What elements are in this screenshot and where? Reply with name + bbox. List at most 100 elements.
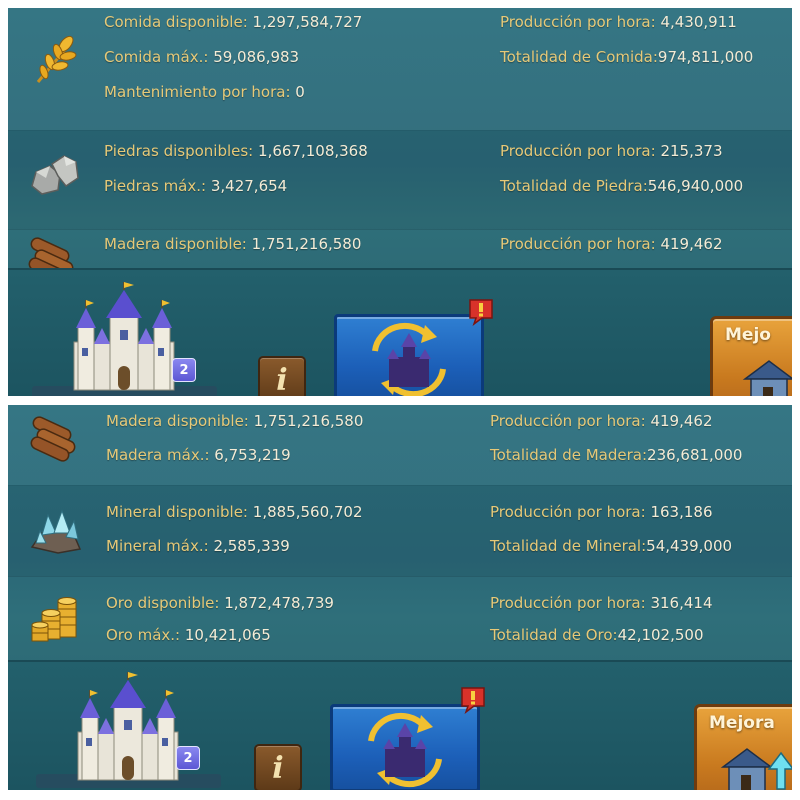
info-button[interactable]: i <box>254 744 302 790</box>
alert-icon <box>469 299 493 326</box>
stone-production-stat: Producción por hora: 215,373 <box>500 142 722 160</box>
stat-value: 974,811,000 <box>657 48 754 66</box>
stat-value: 236,681,000 <box>647 446 743 464</box>
stat-label: Mineral disponible: <box>106 503 248 521</box>
stat-value: 316,414 <box>650 594 713 612</box>
stat-label: Madera disponible: <box>104 235 247 253</box>
stat-value: 419,462 <box>660 235 723 253</box>
castle-exchange-icon <box>372 322 446 396</box>
stat-label: Producción por hora: <box>490 412 646 430</box>
resource-list: Comida disponible: 1,297,584,727 Producc… <box>8 8 792 283</box>
wood-max-stat: Madera máx.: 6,753,219 <box>106 446 291 464</box>
gold-coins-icon <box>31 597 77 642</box>
house-upgrade-icon <box>720 748 792 790</box>
stat-value: 54,439,000 <box>646 537 733 555</box>
ore-max-stat: Mineral máx.: 2,585,339 <box>106 537 290 555</box>
wood-logs-icon <box>30 416 76 462</box>
stat-value: 1,751,216,580 <box>253 412 364 430</box>
stat-label: Oro disponible: <box>106 594 220 612</box>
ore-total-stat: Totalidad de Mineral:54,439,000 <box>490 537 732 555</box>
action-bar: 2 i Mejora <box>8 660 792 790</box>
stat-label: Producción por hora: <box>500 235 656 253</box>
stat-label: Piedras disponibles: <box>104 142 254 160</box>
stat-label: Comida disponible: <box>104 13 248 31</box>
stat-label: Mineral máx.: <box>106 537 209 555</box>
stat-label: Totalidad de Madera: <box>490 446 648 464</box>
stat-label: Totalidad de Comida: <box>500 48 658 66</box>
resources-panel-top: Comida disponible: 1,297,584,727 Producc… <box>8 8 792 396</box>
stat-label: Producción por hora: <box>490 594 646 612</box>
house-upgrade-icon <box>742 360 792 396</box>
ore-production-stat: Producción por hora: 163,186 <box>490 503 712 521</box>
stat-label: Madera máx.: <box>106 446 210 464</box>
upgrade-button[interactable]: Mejora <box>694 704 792 790</box>
stat-value: 1,667,108,368 <box>258 142 368 160</box>
stat-label: Producción por hora: <box>490 503 646 521</box>
stat-label: Producción por hora: <box>500 13 656 31</box>
resource-list: Madera disponible: 1,751,216,580 Producc… <box>8 405 792 660</box>
ore-available-stat: Mineral disponible: 1,885,560,702 <box>106 503 363 521</box>
stat-value: 3,427,654 <box>210 177 288 195</box>
stat-value: 1,297,584,727 <box>252 13 363 31</box>
stone-available-stat: Piedras disponibles: 1,667,108,368 <box>104 142 368 160</box>
food-upkeep-stat: Mantenimiento por hora: 0 <box>104 83 305 101</box>
stat-value: 6,753,219 <box>214 446 291 464</box>
stat-value: 1,872,478,739 <box>224 594 334 612</box>
resource-transfer-button[interactable] <box>334 314 484 396</box>
upgrade-label: Mejora <box>709 713 775 733</box>
stat-value: 1,751,216,580 <box>251 235 362 253</box>
castle-level-badge: 2 <box>176 746 200 770</box>
wood-production-stat: Producción por hora: 419,462 <box>500 235 722 253</box>
wood-available-stat: Madera disponible: 1,751,216,580 <box>106 412 363 430</box>
gold-max-stat: Oro máx.: 10,421,065 <box>106 626 271 644</box>
castle-icon <box>77 672 179 781</box>
castle-building[interactable] <box>60 282 190 396</box>
stat-value: 59,086,983 <box>213 48 300 66</box>
stat-value: 0 <box>295 83 305 101</box>
food-available-stat: Comida disponible: 1,297,584,727 <box>104 13 362 31</box>
wood-total-stat: Totalidad de Madera:236,681,000 <box>490 446 742 464</box>
upgrade-button[interactable]: Mejo <box>710 316 792 396</box>
stat-label: Comida máx.: <box>104 48 209 66</box>
stat-label: Piedras máx.: <box>104 177 207 195</box>
stat-label: Totalidad de Piedra: <box>500 177 648 195</box>
wood-production-stat: Producción por hora: 419,462 <box>490 412 712 430</box>
castle-exchange-icon <box>368 712 442 788</box>
stat-value: 1,885,560,702 <box>252 503 363 521</box>
stat-label: Oro máx.: <box>106 626 181 644</box>
stone-icon <box>31 155 79 195</box>
gold-production-stat: Producción por hora: 316,414 <box>490 594 712 612</box>
stone-total-stat: Totalidad de Piedra:546,940,000 <box>500 177 743 195</box>
resource-transfer-button[interactable] <box>330 704 480 790</box>
stat-value: 215,373 <box>660 142 723 160</box>
alert-icon <box>461 687 485 714</box>
stat-value: 2,585,339 <box>213 537 290 555</box>
ore-crystal-icon <box>30 509 82 554</box>
castle-level-badge: 2 <box>172 358 196 382</box>
stat-label: Madera disponible: <box>106 412 249 430</box>
castle-icon <box>73 282 175 391</box>
info-button[interactable]: i <box>258 356 306 396</box>
gold-available-stat: Oro disponible: 1,872,478,739 <box>106 594 334 612</box>
food-production-stat: Producción por hora: 4,430,911 <box>500 13 737 31</box>
food-total-stat: Totalidad de Comida:974,811,000 <box>500 48 753 66</box>
castle-building[interactable] <box>64 672 194 787</box>
stat-value: 4,430,911 <box>660 13 737 31</box>
upgrade-label: Mejo <box>725 325 771 345</box>
stat-value: 546,940,000 <box>647 177 744 195</box>
stat-value: 42,102,500 <box>617 626 704 644</box>
stat-label: Producción por hora: <box>500 142 656 160</box>
gold-total-stat: Totalidad de Oro:42,102,500 <box>490 626 704 644</box>
resources-panel-bottom: Madera disponible: 1,751,216,580 Producc… <box>8 405 792 790</box>
stat-value: 163,186 <box>650 503 713 521</box>
stone-max-stat: Piedras máx.: 3,427,654 <box>104 177 287 195</box>
food-max-stat: Comida máx.: 59,086,983 <box>104 48 299 66</box>
wheat-icon <box>36 35 77 83</box>
stat-value: 10,421,065 <box>184 626 271 644</box>
stat-value: 419,462 <box>650 412 713 430</box>
resource-band-ore <box>8 486 792 576</box>
stat-label: Mantenimiento por hora: <box>104 83 291 101</box>
action-bar: 2 i Mejo <box>8 268 792 396</box>
stat-label: Totalidad de Oro: <box>490 626 618 644</box>
stat-label: Totalidad de Mineral: <box>490 537 647 555</box>
